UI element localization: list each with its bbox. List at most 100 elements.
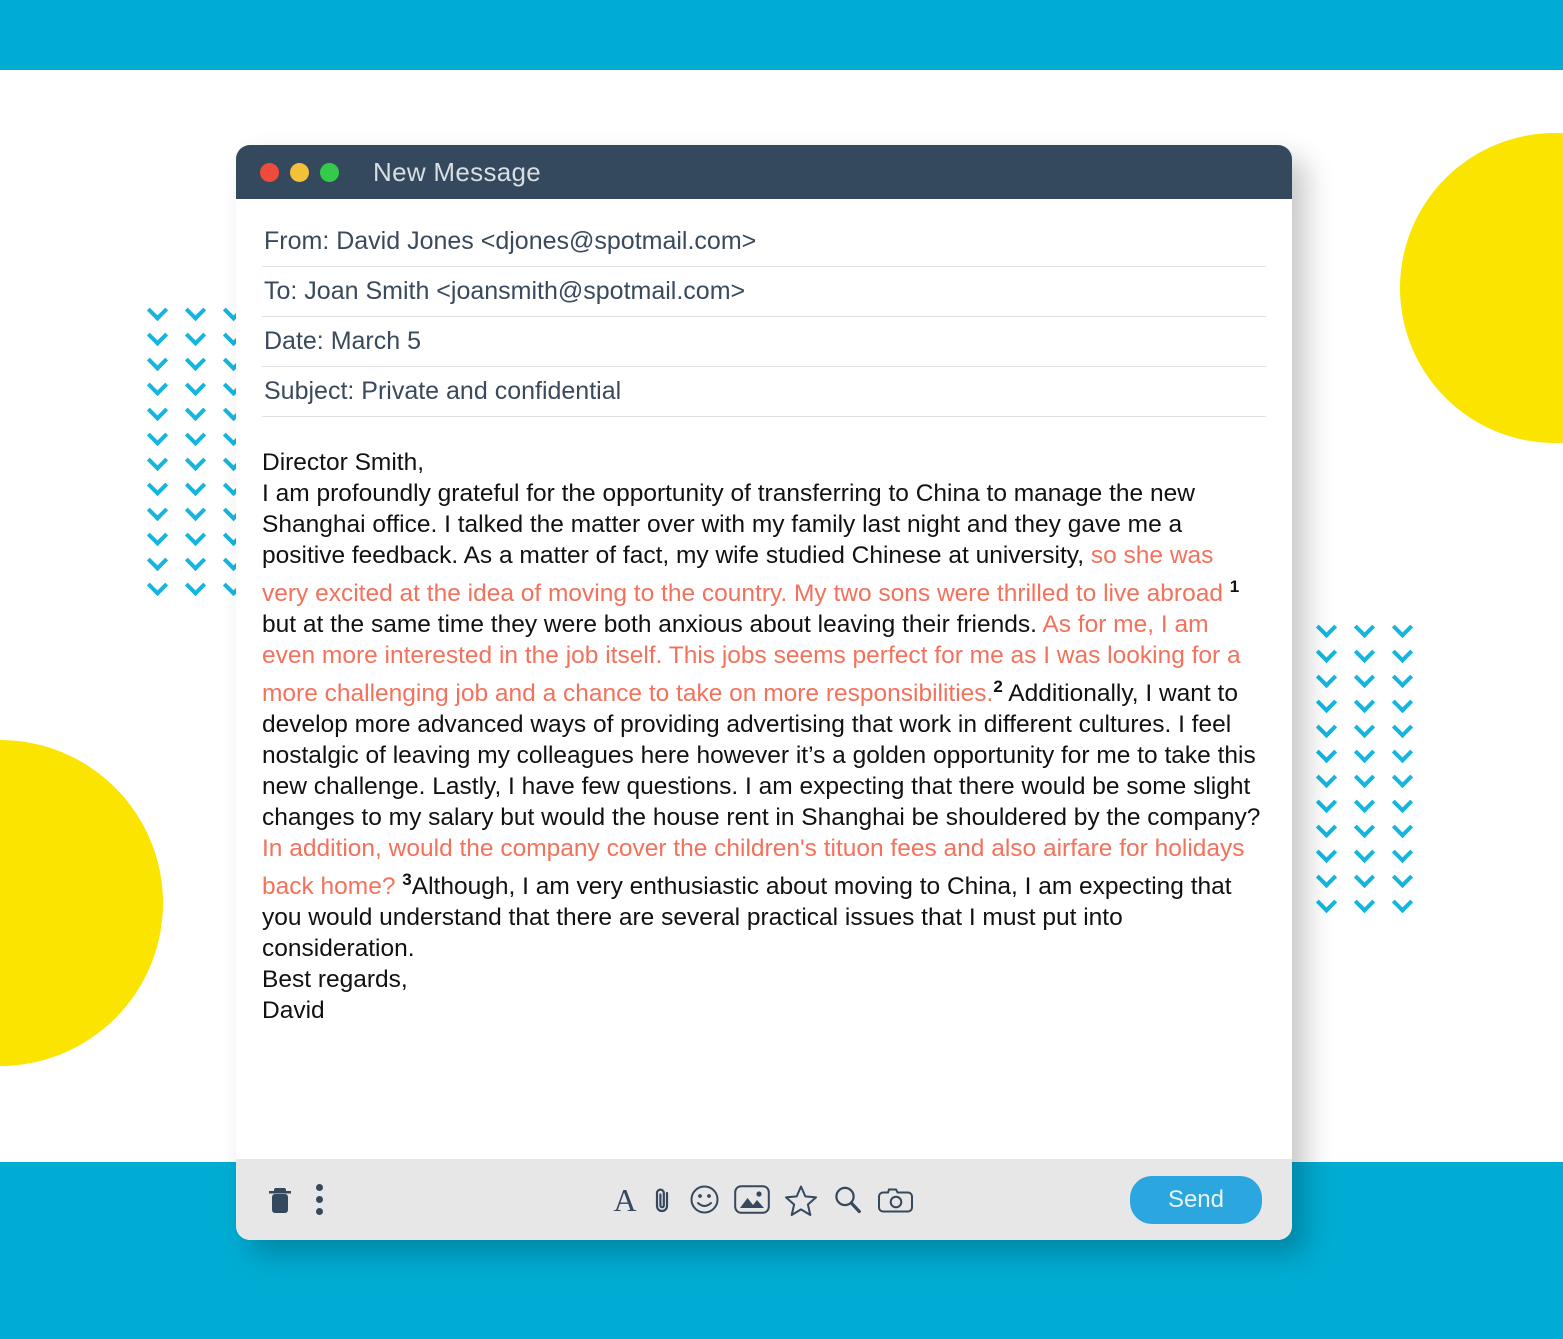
message-body[interactable]: Director Smith, I am profoundly grateful… bbox=[262, 447, 1266, 1026]
chevron-down-icon bbox=[1312, 667, 1350, 692]
chevron-down-icon bbox=[1312, 867, 1350, 892]
chevron-down-icon bbox=[181, 500, 219, 525]
emoji-icon[interactable] bbox=[689, 1184, 720, 1215]
chevron-down-icon bbox=[1312, 692, 1350, 717]
chevron-down-icon bbox=[1312, 817, 1350, 842]
chevron-down-icon bbox=[181, 300, 219, 325]
chevron-down-icon bbox=[1312, 642, 1350, 667]
chevron-down-icon bbox=[181, 450, 219, 475]
chevron-down-icon bbox=[181, 350, 219, 375]
compose-toolbar: A Send bbox=[236, 1159, 1292, 1240]
chevron-down-icon bbox=[143, 550, 181, 575]
chevron-down-icon bbox=[181, 550, 219, 575]
chevron-down-icon bbox=[1388, 667, 1426, 692]
from-field[interactable]: From: David Jones <djones@spotmail.com> bbox=[262, 217, 1266, 267]
chevron-down-icon bbox=[143, 500, 181, 525]
chevron-down-icon bbox=[1388, 742, 1426, 767]
chevron-down-icon bbox=[1350, 767, 1388, 792]
chevron-down-icon bbox=[143, 350, 181, 375]
body-plain-text: but at the same time they were both anxi… bbox=[262, 611, 1043, 639]
search-icon[interactable] bbox=[832, 1184, 863, 1215]
camera-icon[interactable] bbox=[877, 1185, 915, 1215]
footnote-marker: 1 bbox=[1229, 577, 1240, 596]
chevron-down-icon bbox=[1312, 842, 1350, 867]
chevron-down-icon bbox=[1388, 717, 1426, 742]
chevron-down-icon bbox=[143, 300, 181, 325]
chevron-down-icon bbox=[1312, 717, 1350, 742]
body-signature: David bbox=[262, 997, 325, 1025]
subject-field[interactable]: Subject: Private and confidential bbox=[262, 367, 1266, 417]
chevron-down-icon bbox=[1350, 792, 1388, 817]
chevron-down-icon bbox=[1350, 617, 1388, 642]
chevron-down-icon bbox=[1388, 792, 1426, 817]
chevron-down-icon bbox=[143, 325, 181, 350]
trash-icon[interactable] bbox=[266, 1184, 294, 1216]
chevron-down-icon bbox=[181, 425, 219, 450]
minimize-icon[interactable] bbox=[290, 162, 309, 182]
header-fields: From: David Jones <djones@spotmail.com> … bbox=[262, 199, 1266, 417]
chevron-down-icon bbox=[1388, 892, 1426, 917]
chevron-down-icon bbox=[1388, 692, 1426, 717]
chevron-down-icon bbox=[1350, 867, 1388, 892]
footnote-marker: 3 bbox=[402, 870, 412, 890]
window-title: New Message bbox=[373, 156, 542, 187]
toolbar-right-group: Send bbox=[1129, 1175, 1262, 1224]
body-paragraph: I am profoundly grateful for the opportu… bbox=[262, 478, 1266, 964]
chevron-down-icon bbox=[181, 400, 219, 425]
chevron-down-icon bbox=[1312, 742, 1350, 767]
star-icon[interactable] bbox=[784, 1184, 818, 1216]
chevron-down-icon bbox=[1388, 617, 1426, 642]
chevron-down-icon bbox=[1388, 767, 1426, 792]
yellow-circle-left bbox=[0, 740, 163, 1066]
more-options-icon[interactable] bbox=[316, 1184, 323, 1215]
decor-top-bar bbox=[0, 0, 1563, 70]
chevron-down-icon bbox=[1312, 892, 1350, 917]
maximize-icon[interactable] bbox=[320, 162, 339, 182]
chevron-down-icon bbox=[181, 375, 219, 400]
page-canvas: New Message From: David Jones <djones@sp… bbox=[0, 0, 1563, 1339]
chevron-down-icon bbox=[1312, 792, 1350, 817]
body-plain-text: I am profoundly grateful for the opportu… bbox=[262, 480, 1195, 569]
chevron-down-icon bbox=[181, 475, 219, 500]
chevron-down-icon bbox=[1388, 867, 1426, 892]
window-titlebar: New Message bbox=[236, 145, 1292, 199]
new-message-window: New Message From: David Jones <djones@sp… bbox=[236, 145, 1292, 1240]
chevron-down-icon bbox=[143, 425, 181, 450]
yellow-circle-right bbox=[1400, 133, 1563, 443]
image-icon[interactable] bbox=[733, 1185, 770, 1214]
chevron-down-icon bbox=[143, 475, 181, 500]
chevron-down-icon bbox=[1350, 742, 1388, 767]
chevron-down-icon bbox=[181, 575, 219, 600]
chevron-down-icon bbox=[1350, 667, 1388, 692]
chevron-down-icon bbox=[1388, 842, 1426, 867]
body-signoff: Best regards, bbox=[262, 966, 408, 994]
chevron-down-icon bbox=[1350, 642, 1388, 667]
chevron-down-icon bbox=[1350, 842, 1388, 867]
message-compose-area: From: David Jones <djones@spotmail.com> … bbox=[236, 199, 1292, 1159]
font-icon[interactable]: A bbox=[613, 1184, 636, 1216]
attachment-icon[interactable] bbox=[651, 1184, 675, 1216]
chevron-down-icon bbox=[181, 525, 219, 550]
chevron-down-icon bbox=[1388, 642, 1426, 667]
chevron-down-icon bbox=[143, 575, 181, 600]
send-button[interactable]: Send bbox=[1129, 1175, 1262, 1224]
chevron-down-icon bbox=[1350, 717, 1388, 742]
close-icon[interactable] bbox=[260, 162, 279, 182]
traffic-lights bbox=[260, 162, 339, 182]
chevron-down-icon bbox=[143, 525, 181, 550]
to-field[interactable]: To: Joan Smith <joansmith@spotmail.com> bbox=[262, 267, 1266, 317]
chevron-down-icon bbox=[1312, 767, 1350, 792]
chevron-down-icon bbox=[1312, 617, 1350, 642]
chevron-down-icon bbox=[143, 400, 181, 425]
chevron-down-icon bbox=[1350, 892, 1388, 917]
footnote-marker: 2 bbox=[993, 677, 1003, 697]
toolbar-left-group bbox=[266, 1184, 323, 1216]
body-salutation: Director Smith, bbox=[262, 449, 425, 476]
chevron-down-icon bbox=[181, 325, 219, 350]
date-field[interactable]: Date: March 5 bbox=[262, 317, 1266, 367]
chevron-pattern-right bbox=[1312, 617, 1426, 917]
chevron-down-icon bbox=[1388, 817, 1426, 842]
chevron-down-icon bbox=[1350, 817, 1388, 842]
chevron-down-icon bbox=[1350, 692, 1388, 717]
chevron-down-icon bbox=[143, 450, 181, 475]
